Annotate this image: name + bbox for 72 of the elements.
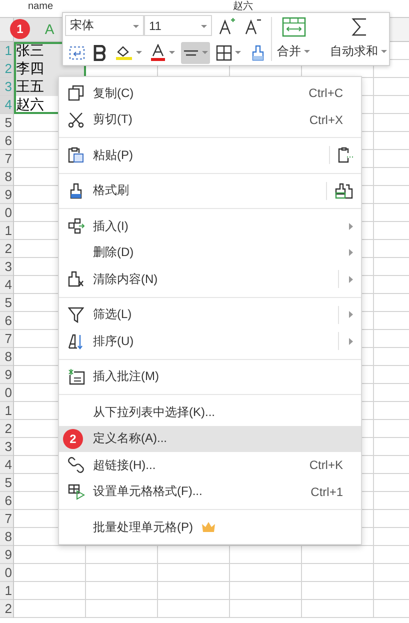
row-number[interactable]: 7 (0, 150, 13, 168)
select-icon[interactable] (69, 46, 85, 60)
link-icon (68, 457, 84, 474)
row-number[interactable]: 9 (0, 186, 13, 204)
menu-item[interactable]: 删除(D) (59, 240, 361, 266)
row-number[interactable]: 7 (0, 330, 13, 348)
row-number[interactable]: 2 (0, 240, 13, 258)
insert-icon (68, 218, 84, 234)
fill-color-icon[interactable] (115, 44, 133, 61)
comment-icon (68, 368, 84, 385)
row-number[interactable]: 4 (0, 276, 13, 294)
row-number[interactable]: 1 (0, 222, 13, 240)
font-size-field[interactable]: 11 (144, 15, 212, 36)
decrease-font-icon[interactable] (244, 16, 262, 34)
row-number[interactable]: 1 (0, 582, 13, 600)
merge-button[interactable]: 合并 (277, 43, 310, 60)
row-number[interactable]: 5 (0, 294, 13, 312)
row-number[interactable]: 2 (0, 600, 13, 618)
filter-icon (68, 306, 84, 323)
formula-content: 赵六 (233, 1, 254, 12)
row-number[interactable]: 8 (0, 348, 13, 366)
row-number[interactable]: 0 (0, 384, 13, 402)
row-number[interactable]: 4 (0, 456, 13, 474)
increase-font-icon[interactable] (218, 16, 236, 34)
merge-cells-icon[interactable] (282, 17, 306, 37)
row-number[interactable]: 8 (0, 168, 13, 186)
copy-icon (68, 85, 84, 102)
clipboard-icon (68, 147, 84, 164)
row-number[interactable]: 5 (0, 474, 13, 492)
sum-icon[interactable] (350, 17, 366, 37)
row-number[interactable]: 8 (0, 528, 13, 546)
menu-item[interactable]: 超链接(H)... Ctrl+K (59, 452, 361, 478)
menu-item[interactable]: 2 定义名称(A)... (59, 426, 361, 452)
row-number[interactable]: 6 (0, 492, 13, 510)
row-number[interactable]: 3 (0, 258, 13, 276)
menu-item[interactable]: 插入(I) (59, 213, 361, 240)
row-number[interactable]: 9 (0, 546, 13, 564)
menu-item[interactable]: 清除内容(N) (59, 266, 361, 292)
name-box[interactable]: name (28, 1, 54, 12)
row-number[interactable]: 0 (0, 204, 13, 222)
row-number[interactable]: 7 (0, 510, 13, 528)
menu-item[interactable]: 批量处理单元格(P) (59, 514, 361, 540)
sort-icon (68, 332, 84, 350)
row-number[interactable]: 6 (0, 132, 13, 150)
menu-item[interactable]: 从下拉列表中选择(K)... (59, 399, 361, 426)
paste-options-icon[interactable] (338, 147, 353, 164)
step-badge: 2 (63, 428, 83, 449)
brush-icon[interactable] (251, 44, 265, 60)
menu-item[interactable]: 粘贴(P) (59, 142, 361, 168)
brush-icon (69, 182, 83, 199)
menu-item[interactable]: 设置单元格格式(F)... Ctrl+1 (59, 478, 361, 505)
menu-item[interactable]: 排序(U) (59, 328, 361, 354)
autosum-button[interactable]: 自动求和 (330, 43, 387, 60)
painter-icon[interactable] (335, 182, 353, 199)
row-number[interactable]: 9 (0, 366, 13, 384)
row-number[interactable]: 2 (0, 420, 13, 438)
row-number[interactable]: 6 (0, 312, 13, 330)
row-number[interactable]: 1 (0, 402, 13, 420)
font-field[interactable]: 宋体 (65, 15, 144, 36)
font-color-icon[interactable] (150, 44, 166, 61)
eraser-icon (68, 271, 84, 288)
row-number[interactable]: 5 (0, 114, 13, 132)
row-number[interactable]: 0 (0, 564, 13, 582)
format-cells-icon (68, 484, 84, 500)
align-center-button[interactable] (181, 42, 210, 64)
borders-icon[interactable] (216, 44, 232, 60)
menu-item[interactable]: 插入批注(M) (59, 364, 361, 390)
bold-icon[interactable] (93, 44, 107, 60)
menu-item[interactable]: 筛选(L) (59, 302, 361, 328)
row-number[interactable]: 3 (0, 438, 13, 456)
scissors-icon (68, 112, 84, 128)
menu-item[interactable]: 格式刷 (59, 178, 361, 204)
